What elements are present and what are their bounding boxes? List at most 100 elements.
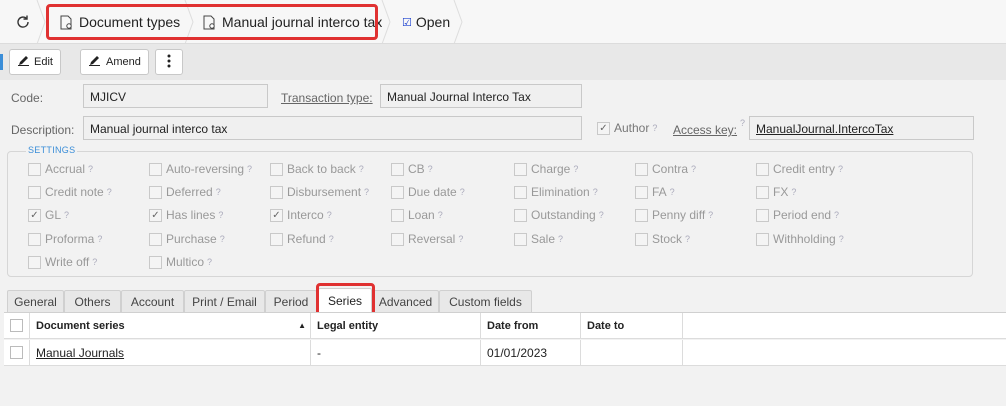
active-indicator — [0, 54, 3, 70]
setting-checkbox[interactable]: FA? — [635, 185, 675, 199]
setting-label: Due date — [408, 185, 457, 199]
transaction-type-label[interactable]: Transaction type: — [281, 91, 373, 105]
setting-checkbox[interactable]: Penny diff? — [635, 208, 713, 222]
setting-checkbox[interactable]: FX? — [756, 185, 796, 199]
help-icon: ? — [247, 164, 253, 174]
document-series-link[interactable]: Manual Journals — [36, 346, 124, 360]
setting-checkbox[interactable]: Elimination? — [514, 185, 598, 199]
tab-advanced[interactable]: Advanced — [372, 290, 439, 312]
refresh-icon[interactable] — [12, 11, 34, 33]
row-select-cell[interactable] — [4, 340, 30, 366]
cell-legal-entity: - — [311, 340, 481, 366]
author-checkbox[interactable]: ✓ Author ? — [597, 121, 657, 135]
description-field[interactable]: Manual journal interco tax — [83, 116, 582, 140]
setting-checkbox[interactable]: Refund? — [270, 232, 334, 246]
setting-label: CB — [408, 162, 425, 176]
setting-checkbox[interactable]: Credit entry? — [756, 162, 843, 176]
breadcrumb-highlight — [46, 4, 378, 40]
tab-period[interactable]: Period — [265, 290, 317, 312]
checkbox-box — [635, 208, 648, 222]
help-icon: ? — [708, 210, 714, 220]
setting-checkbox[interactable]: Period end? — [756, 208, 839, 222]
column-header-date-to[interactable]: Date to — [581, 313, 683, 339]
setting-checkbox[interactable]: ✓ Interco? — [270, 208, 332, 222]
setting-label: Accrual — [45, 162, 86, 176]
help-icon: ? — [791, 187, 797, 197]
select-all-cell[interactable] — [4, 313, 30, 339]
series-grid: Document series ▲ Legal entity Date from… — [4, 312, 1006, 406]
setting-checkbox[interactable]: Credit note? — [28, 185, 112, 199]
tab-custom-fields[interactable]: Custom fields — [439, 290, 532, 312]
checkbox-box — [514, 162, 527, 176]
cell-document-series[interactable]: Manual Journals — [30, 340, 311, 366]
tab-general[interactable]: General — [7, 290, 64, 312]
setting-checkbox[interactable]: Multico? — [149, 255, 212, 269]
help-icon: ? — [215, 187, 221, 197]
checkbox-box — [149, 255, 162, 269]
setting-checkbox[interactable]: ✓ Has lines? — [149, 208, 223, 222]
table-row[interactable]: Manual Journals - 01/01/2023 — [4, 340, 1006, 366]
tab-account[interactable]: Account — [121, 290, 184, 312]
pencil-icon — [89, 55, 100, 69]
setting-checkbox[interactable]: Loan? — [391, 208, 443, 222]
breadcrumb-open[interactable]: ☑ Open — [402, 0, 450, 44]
help-icon: ? — [458, 234, 464, 244]
access-key-field[interactable]: ManualJournal.IntercoTax — [749, 116, 974, 140]
checkbox-box: ✓ — [270, 208, 283, 222]
help-icon: ? — [669, 187, 675, 197]
edit-button[interactable]: Edit — [9, 49, 61, 75]
help-icon: ? — [740, 118, 746, 128]
setting-label: Proforma — [45, 232, 95, 246]
sort-ascending-icon: ▲ — [298, 321, 306, 330]
row-checkbox[interactable] — [10, 346, 23, 359]
column-header-date-from[interactable]: Date from — [481, 313, 581, 339]
setting-checkbox[interactable]: Reversal? — [391, 232, 463, 246]
setting-label: Purchase — [166, 232, 217, 246]
help-icon: ? — [691, 164, 697, 174]
help-icon: ? — [437, 210, 443, 220]
setting-checkbox[interactable]: Contra? — [635, 162, 696, 176]
setting-checkbox[interactable]: Deferred? — [149, 185, 221, 199]
setting-checkbox[interactable]: ✓ GL? — [28, 208, 69, 222]
help-icon: ? — [326, 210, 332, 220]
setting-label: Multico — [166, 255, 205, 269]
column-header-filler — [683, 313, 1006, 339]
setting-checkbox[interactable]: Auto-reversing? — [149, 162, 252, 176]
transaction-type-field[interactable]: Manual Journal Interco Tax — [380, 84, 582, 108]
help-icon: ? — [106, 187, 112, 197]
help-icon: ? — [64, 210, 70, 220]
setting-checkbox[interactable]: Withholding? — [756, 232, 844, 246]
setting-checkbox[interactable]: Proforma? — [28, 232, 102, 246]
code-field[interactable]: MJICV — [83, 84, 268, 108]
setting-checkbox[interactable]: Outstanding? — [514, 208, 604, 222]
setting-label: Charge — [531, 162, 571, 176]
setting-label: Elimination — [531, 185, 590, 199]
setting-checkbox[interactable]: Purchase? — [149, 232, 225, 246]
checkbox-box — [270, 185, 283, 199]
setting-checkbox[interactable]: Sale? — [514, 232, 563, 246]
column-header-document-series[interactable]: Document series ▲ — [30, 313, 311, 339]
setting-label: Write off — [45, 255, 90, 269]
more-options-button[interactable] — [155, 49, 183, 75]
setting-checkbox[interactable]: CB? — [391, 162, 433, 176]
setting-checkbox[interactable]: Stock? — [635, 232, 690, 246]
access-key-label[interactable]: Access key: — [673, 123, 737, 137]
setting-checkbox[interactable]: Charge? — [514, 162, 578, 176]
setting-checkbox[interactable]: Write off? — [28, 255, 97, 269]
column-header-legal-entity[interactable]: Legal entity — [311, 313, 481, 339]
setting-label: Disbursement — [287, 185, 362, 199]
breadcrumb-separator — [381, 0, 391, 44]
setting-checkbox[interactable]: Due date? — [391, 185, 465, 199]
help-icon: ? — [834, 210, 840, 220]
tab-bar: General Others Account Print / Email Period S… — [0, 288, 1006, 313]
setting-label: Refund — [287, 232, 326, 246]
tab-others[interactable]: Others — [64, 290, 121, 312]
select-all-checkbox[interactable] — [10, 319, 23, 332]
setting-checkbox[interactable]: Back to back? — [270, 162, 364, 176]
setting-checkbox[interactable]: Disbursement? — [270, 185, 369, 199]
amend-button[interactable]: Amend — [80, 49, 149, 75]
tab-print-email[interactable]: Print / Email — [184, 290, 265, 312]
setting-checkbox[interactable]: Accrual? — [28, 162, 93, 176]
setting-label: Has lines — [166, 208, 216, 222]
help-icon: ? — [558, 234, 564, 244]
